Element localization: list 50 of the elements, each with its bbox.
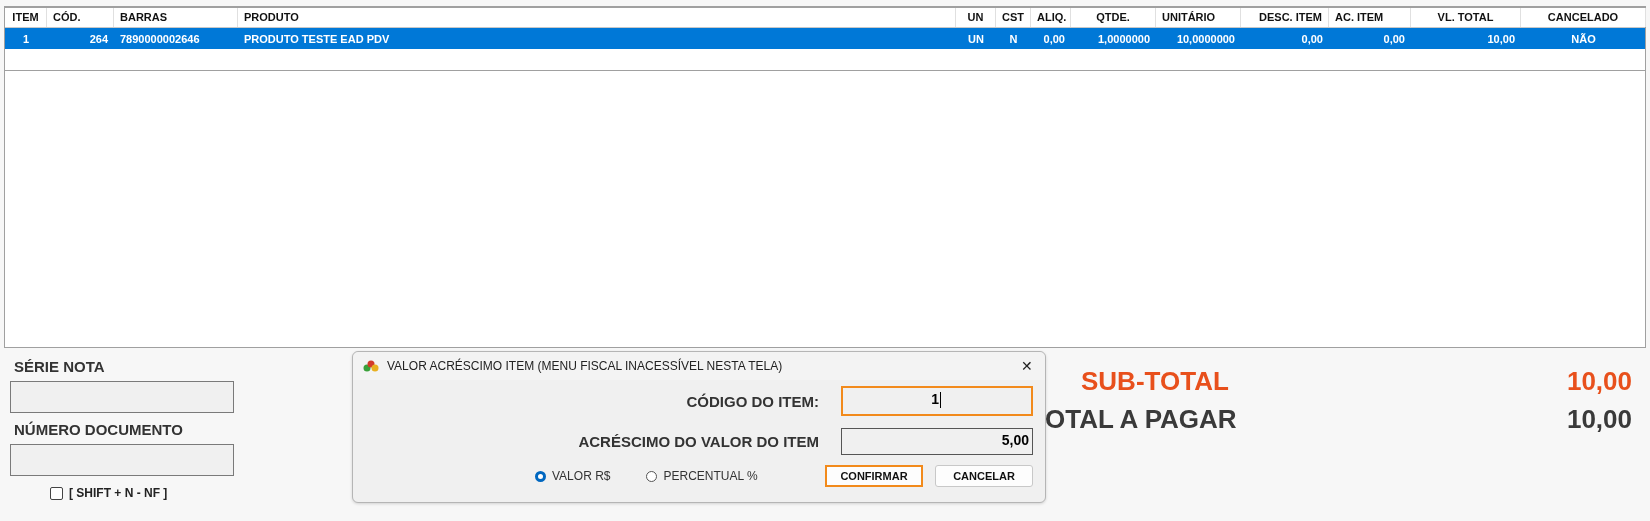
column-header[interactable]: CST (996, 8, 1031, 27)
table-row[interactable]: 1 264 7890000002646 PRODUTO TESTE EAD PDV UN N 0,00 1,0000000 10,0000000 0,00 0,00 10,00 NÃO (5, 28, 1645, 49)
column-header[interactable]: ALIQ. (1031, 8, 1071, 27)
cancel-button[interactable]: CANCELAR (935, 465, 1033, 487)
confirm-button[interactable]: CONFIRMAR (825, 465, 923, 487)
input-field[interactable]: 5,00 (841, 428, 1033, 455)
total-label: OTAL A PAGAR (1045, 403, 1237, 435)
table-cell-text: 0,00 (1300, 32, 1324, 45)
total-label: SUB-TOTAL (1081, 365, 1229, 397)
radio-label: VALOR R$ (552, 469, 611, 483)
column-header[interactable]: CANCELADO (1521, 8, 1646, 27)
table-cell-text: UN (967, 32, 985, 45)
column-header[interactable]: PRODUTO (238, 8, 956, 27)
column-header[interactable]: VL. TOTAL (1411, 8, 1521, 27)
input-field[interactable]: 1 (841, 386, 1033, 416)
total-value: 10,00 (1566, 365, 1632, 397)
column-header[interactable]: DESC. ITEM (1241, 8, 1329, 27)
table-cell-text: NÃO (1570, 32, 1597, 45)
total-value: 10,00 (1566, 403, 1632, 435)
numero-label: NÚMERO DOCUMENTO (14, 421, 184, 438)
table-cell-text: 0,00 (1382, 32, 1406, 45)
table-cell-text: 1,0000000 (1097, 32, 1151, 45)
radio-label: PERCENTUAL % (663, 469, 758, 483)
column-header[interactable]: ITEM (5, 8, 47, 27)
checkbox[interactable] (50, 486, 63, 500)
column-header[interactable]: UN (956, 8, 996, 27)
table-cell-text: PRODUTO TESTE EAD PDV (243, 32, 391, 45)
radio-button[interactable] (535, 470, 546, 482)
serie-label: SÉRIE NOTA (14, 358, 106, 375)
table-cell-text: 7890000002646 (119, 32, 201, 45)
checkbox-label: [ SHIFT + N - NF ] (69, 486, 168, 500)
column-header[interactable]: UNITÁRIO (1156, 8, 1241, 27)
column-header[interactable]: BARRAS (114, 8, 238, 27)
dialog-title: VALOR ACRÉSCIMO ITEM (MENU FISCAL INACESSÍVEL NESTA TELA) (387, 359, 784, 373)
column-header[interactable]: CÓD. (47, 8, 114, 27)
table-cell-text: 1 (21, 32, 31, 45)
numero-field[interactable] (10, 444, 234, 476)
table-cell-text: 0,00 (1042, 32, 1066, 45)
field-label: CÓDIGO DO ITEM: (686, 392, 819, 410)
table-cell-text: N (1008, 32, 1019, 45)
app-icon (363, 360, 379, 372)
radio-button[interactable] (646, 470, 658, 482)
table-cell-text: 10,00 (1486, 32, 1516, 45)
column-header[interactable]: AC. ITEM (1329, 8, 1411, 27)
close-button[interactable]: ✕ (1017, 358, 1037, 374)
serie-field[interactable] (10, 381, 234, 413)
column-header[interactable]: QTDE. (1071, 8, 1156, 27)
table-cell-text: 10,0000000 (1175, 32, 1236, 45)
field-label: ACRÉSCIMO DO VALOR DO ITEM (578, 433, 819, 450)
table-cell-text: 264 (88, 32, 109, 45)
